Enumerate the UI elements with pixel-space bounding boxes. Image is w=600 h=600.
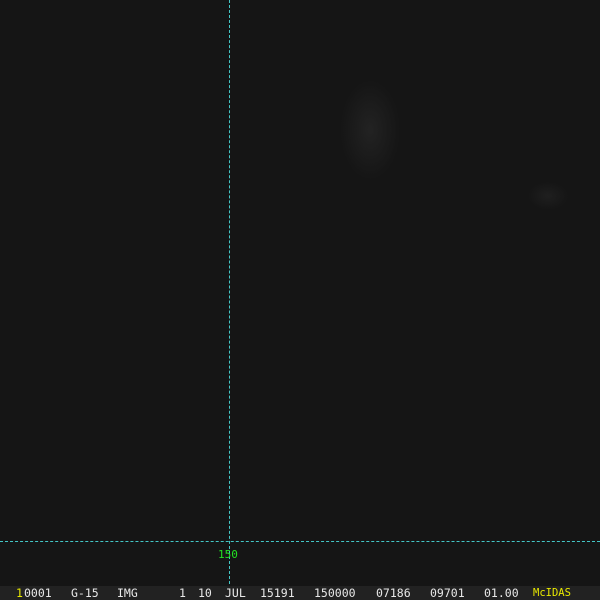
line-coordinate: 07186 [376, 586, 411, 600]
image-type: IMG [117, 586, 138, 600]
grid-label: 150 [218, 548, 238, 561]
resolution: 01.00 [484, 586, 519, 600]
time: 150000 [314, 586, 356, 600]
mcidas-brand: McIDAS [533, 587, 571, 599]
julian-date: 15191 [260, 586, 295, 600]
band: 1 [179, 586, 186, 600]
frame-number: 1 [16, 586, 23, 600]
grid-line-vertical [229, 0, 230, 584]
satellite-name: G-15 [71, 586, 99, 600]
grid-line-horizontal [0, 541, 600, 542]
status-bar: 1 0001 G-15 IMG 1 10 JUL 15191 150000 07… [0, 586, 600, 600]
area-number: 0001 [24, 586, 52, 600]
mcidas-display: 150 1 0001 G-15 IMG 1 10 JUL 15191 15000… [0, 0, 600, 600]
satellite-image[interactable] [0, 0, 600, 586]
day: 10 [198, 586, 212, 600]
month: JUL [225, 586, 246, 600]
element-coordinate: 09701 [430, 586, 465, 600]
